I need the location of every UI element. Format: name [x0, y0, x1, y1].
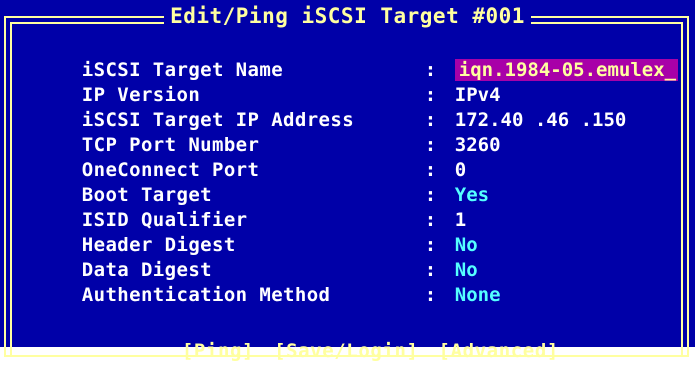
dialog-title-text: Edit/Ping iSCSI Target #001 — [164, 4, 531, 28]
bios-screen: Edit/Ping iSCSI Target #001 iSCSI Target… — [0, 0, 695, 362]
field-row-header-digest[interactable]: Header Digest: No — [36, 208, 478, 256]
advanced-button[interactable]: [Advanced] — [439, 340, 559, 362]
field-row-tcp-port[interactable]: TCP Port Number:3260 — [36, 108, 501, 156]
field-row-oneconnect-port[interactable]: OneConnect Port:0 — [36, 133, 466, 181]
ping-button[interactable]: [Ping] — [182, 340, 254, 362]
action-bar: [Ping] [Save/Login] [Advanced] — [0, 314, 695, 389]
save-login-button[interactable]: [Save/Login] — [274, 340, 418, 362]
field-row-isid-qualifier[interactable]: ISID Qualifier:1 — [36, 183, 466, 231]
field-row-target-name[interactable]: iSCSI Target Name: iqn.1984-05.emulex_ — [36, 33, 679, 81]
field-row-auth-method[interactable]: Authentication Method: None — [36, 258, 501, 306]
field-row-ip-version[interactable]: IP Version: IPv4 — [36, 58, 501, 106]
field-label: Authentication Method — [81, 284, 331, 306]
text-cursor: _ — [664, 59, 677, 81]
dialog-title: Edit/Ping iSCSI Target #001 — [0, 4, 695, 28]
field-row-boot-target[interactable]: Boot Target: Yes — [36, 158, 489, 206]
field-row-data-digest[interactable]: Data Digest: No — [36, 233, 478, 281]
field-row-ip-address[interactable]: iSCSI Target IP Address:172.40 .46 .150 — [36, 83, 627, 131]
auth-method-value[interactable]: None — [455, 284, 501, 306]
field-separator: : — [424, 284, 437, 306]
